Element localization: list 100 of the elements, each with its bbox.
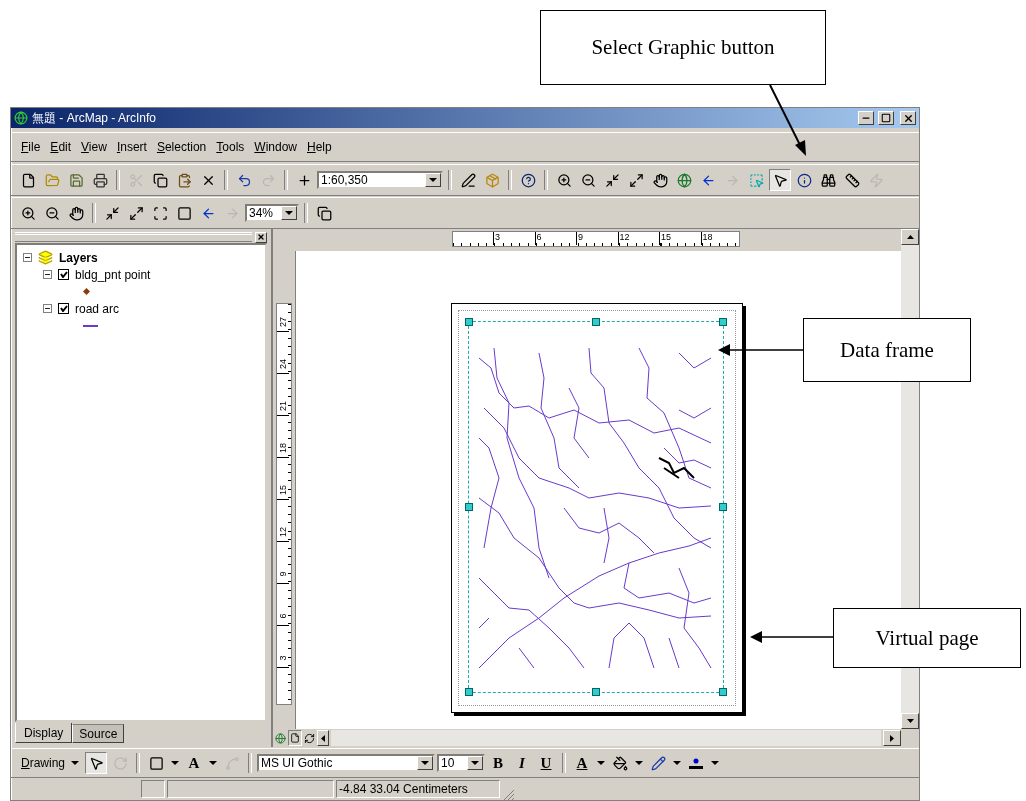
layer-name: road arc [75, 301, 120, 316]
data-view-icon[interactable] [275, 732, 286, 744]
dropdown-button[interactable] [425, 173, 441, 187]
drawing-menu[interactable]: Drawing [17, 754, 84, 772]
selection-handle[interactable] [592, 318, 600, 326]
ruler-label: 3 [278, 655, 288, 661]
italic-button[interactable]: I [511, 752, 534, 774]
collapse-toggle[interactable] [23, 253, 32, 262]
close-icon [902, 112, 914, 124]
selection-handle[interactable] [465, 688, 473, 696]
panel-tab[interactable]: Display [15, 723, 73, 743]
refresh-icon[interactable] [304, 732, 315, 744]
ruler-label: 9 [278, 571, 288, 577]
right-triangle-icon [890, 734, 894, 742]
status-coordinates: -4.84 33.04 Centimeters [336, 780, 500, 798]
font-color-button[interactable]: A [571, 752, 594, 774]
layout-view-button[interactable] [288, 730, 302, 746]
page-icon [290, 733, 300, 743]
caret-icon [429, 178, 437, 182]
scale-combo[interactable]: 1:60,350 [317, 171, 443, 189]
ruler-label: 9 [576, 232, 618, 245]
menu-item[interactable]: Window [250, 138, 301, 156]
horizontal-scrollbar[interactable] [331, 730, 881, 746]
caret-icon [209, 761, 218, 765]
font-size-combo[interactable]: 10 [437, 754, 486, 772]
menu-item[interactable]: Insert [112, 138, 151, 156]
maximize-icon [881, 113, 891, 123]
dropdown-button[interactable] [281, 206, 297, 220]
menu-item[interactable]: Help [303, 138, 336, 156]
layer-checkbox[interactable] [58, 303, 69, 314]
scroll-down-button[interactable] [901, 713, 919, 729]
close-button[interactable] [255, 231, 267, 243]
selection-handle[interactable] [465, 503, 473, 511]
ruler-label: 24 [278, 359, 288, 369]
dropdown-button[interactable] [417, 756, 434, 770]
status-panel [141, 780, 165, 798]
ruler-label: 21 [278, 401, 288, 411]
ruler-label: 12 [278, 527, 288, 537]
minimize-button[interactable] [858, 111, 874, 125]
underline-button[interactable]: U [535, 752, 558, 774]
maximize-button[interactable] [878, 111, 894, 125]
close-icon [257, 233, 265, 241]
callout-label: Virtual page [833, 608, 1021, 668]
ruler-label: 6 [534, 232, 576, 245]
caret-icon [471, 761, 480, 765]
data-frame[interactable] [468, 321, 724, 693]
minus-icon [44, 271, 51, 278]
close-button[interactable] [900, 111, 916, 125]
panel-tab[interactable]: Source [72, 724, 125, 743]
scroll-up-button[interactable] [901, 229, 919, 245]
window-title: 無題 - ArcMap - ArcInfo [32, 109, 158, 127]
selection-handle[interactable] [719, 503, 727, 511]
minus-icon [24, 254, 31, 261]
globe-icon [14, 111, 28, 125]
zoom-combo[interactable]: 34% [245, 204, 299, 222]
minus-icon [44, 305, 51, 312]
checkmark-icon [59, 271, 68, 278]
ruler-label: 15 [659, 232, 701, 245]
data-frame-name: Layers [59, 250, 98, 265]
menu-item[interactable]: Edit [46, 138, 76, 156]
selection-handle[interactable] [465, 318, 473, 326]
ruler-label: 6 [278, 613, 288, 619]
down-triangle-icon [906, 719, 914, 723]
selection-handle[interactable] [719, 318, 727, 326]
caret-icon [421, 761, 430, 765]
ruler-label: 3 [493, 232, 535, 245]
dropdown-button[interactable] [467, 756, 484, 770]
callout-label: Data frame [803, 318, 971, 382]
selection-handle[interactable] [719, 688, 727, 696]
menu-item[interactable]: Tools [212, 138, 249, 156]
ruler-label: 15 [278, 485, 288, 495]
layer-name: bldg_pnt point [75, 267, 151, 282]
checkmark-icon [59, 305, 68, 312]
font-combo[interactable]: MS UI Gothic [257, 754, 436, 772]
caret-icon [285, 211, 293, 215]
callout-label: Select Graphic button [540, 10, 826, 85]
caret-icon [171, 761, 180, 765]
menu-item[interactable]: Selection [152, 138, 211, 156]
menu-item[interactable]: File [17, 138, 45, 156]
up-triangle-icon [906, 235, 914, 239]
scroll-left-button[interactable] [317, 730, 329, 746]
caret-icon [71, 761, 80, 765]
bold-button[interactable]: B [487, 752, 510, 774]
caret-icon [711, 761, 720, 765]
caret-icon [673, 761, 682, 765]
menu-item[interactable]: View [77, 138, 111, 156]
scroll-right-button[interactable] [883, 730, 901, 746]
caret-icon [597, 761, 606, 765]
selection-handle[interactable] [592, 688, 600, 696]
collapse-toggle[interactable] [43, 304, 52, 313]
left-triangle-icon [321, 734, 325, 742]
callout-arrow [768, 85, 808, 157]
caret-icon [635, 761, 644, 765]
ruler-label: 12 [617, 232, 659, 245]
text-button[interactable]: A [183, 752, 206, 774]
layers-icon [38, 250, 53, 265]
ruler-label: 18 [278, 443, 288, 453]
collapse-toggle[interactable] [43, 270, 52, 279]
ruler-label: 18 [700, 232, 742, 245]
layer-checkbox[interactable] [58, 269, 69, 280]
